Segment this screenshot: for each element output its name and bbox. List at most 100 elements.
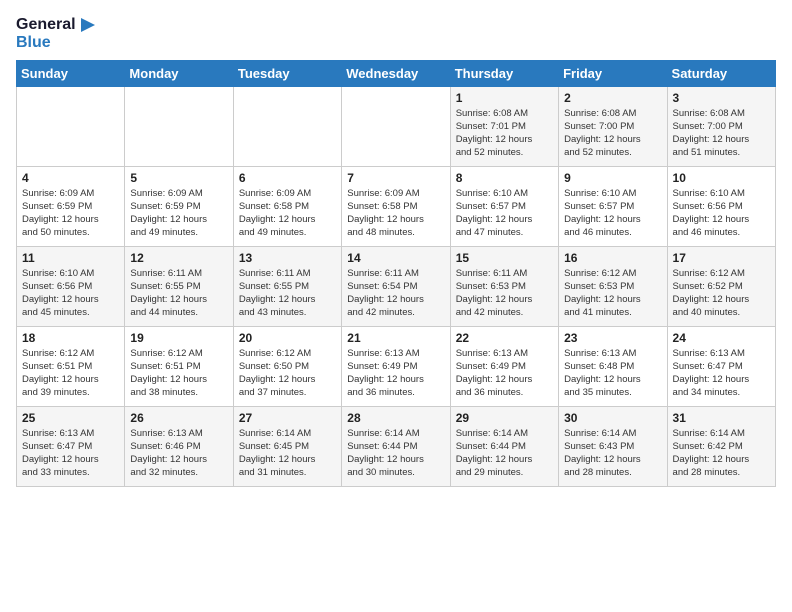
day-number: 20: [239, 331, 336, 345]
calendar-cell: 17Sunrise: 6:12 AM Sunset: 6:52 PM Dayli…: [667, 246, 775, 326]
day-number: 25: [22, 411, 119, 425]
day-number: 3: [673, 91, 770, 105]
day-number: 10: [673, 171, 770, 185]
weekday-header: Friday: [559, 60, 667, 86]
day-number: 28: [347, 411, 444, 425]
calendar-cell: [17, 86, 125, 166]
day-number: 14: [347, 251, 444, 265]
calendar-cell: 19 Sunrise: 6:12 AM Sunset: 6:51 PM Dayli…: [125, 326, 233, 406]
day-info: Sunrise: 6:14 AM Sunset: 6:45 PM Dayligh…: [239, 427, 336, 480]
calendar-cell: 24Sunrise: 6:13 AM Sunset: 6:47 PM Dayli…: [667, 326, 775, 406]
calendar-cell: 6 Sunrise: 6:09 AM Sunset: 6:58 PM Daylig…: [233, 166, 341, 246]
day-number: 27: [239, 411, 336, 425]
calendar-cell: 31 Sunrise: 6:14 AM Sunset: 6:42 PM Dayli…: [667, 406, 775, 486]
weekday-header: Thursday: [450, 60, 558, 86]
calendar-cell: 20 Sunrise: 6:12 AM Sunset: 6:50 PM Dayli…: [233, 326, 341, 406]
day-info: Sunrise: 6:11 AM Sunset: 6:55 PM Dayligh…: [239, 267, 336, 320]
day-info: Sunrise: 6:12 AM Sunset: 6:51 PM Dayligh…: [130, 347, 227, 400]
day-number: 6: [239, 171, 336, 185]
logo-container: General Blue: [16, 16, 97, 52]
weekday-header: Monday: [125, 60, 233, 86]
day-number: 23: [564, 331, 661, 345]
day-number: 12: [130, 251, 227, 265]
calendar-cell: [342, 86, 450, 166]
logo: General Blue: [16, 16, 97, 52]
calendar-cell: 18 Sunrise: 6:12 AM Sunset: 6:51 PM Dayli…: [17, 326, 125, 406]
calendar-week-row: 25 Sunrise: 6:13 AM Sunset: 6:47 PM Dayli…: [17, 406, 776, 486]
day-info: Sunrise: 6:08 AM Sunset: 7:01 PM Dayligh…: [456, 107, 553, 160]
weekday-header-row: SundayMondayTuesdayWednesdayThursdayFrid…: [17, 60, 776, 86]
weekday-header: Tuesday: [233, 60, 341, 86]
calendar-cell: 16Sunrise: 6:12 AM Sunset: 6:53 PM Dayli…: [559, 246, 667, 326]
weekday-header: Saturday: [667, 60, 775, 86]
calendar-week-row: 4 Sunrise: 6:09 AM Sunset: 6:59 PM Daylig…: [17, 166, 776, 246]
calendar-cell: 3 Sunrise: 6:08 AM Sunset: 7:00 PM Daylig…: [667, 86, 775, 166]
day-number: 21: [347, 331, 444, 345]
day-number: 2: [564, 91, 661, 105]
day-info: Sunrise: 6:13 AM Sunset: 6:48 PM Dayligh…: [564, 347, 661, 400]
day-info: Sunrise: 6:13 AM Sunset: 6:49 PM Dayligh…: [456, 347, 553, 400]
day-number: 30: [564, 411, 661, 425]
calendar-cell: 1 Sunrise: 6:08 AM Sunset: 7:01 PM Daylig…: [450, 86, 558, 166]
calendar-cell: 14Sunrise: 6:11 AM Sunset: 6:54 PM Dayli…: [342, 246, 450, 326]
day-number: 8: [456, 171, 553, 185]
day-info: Sunrise: 6:13 AM Sunset: 6:49 PM Dayligh…: [347, 347, 444, 400]
calendar-cell: 7Sunrise: 6:09 AM Sunset: 6:58 PM Daylig…: [342, 166, 450, 246]
day-number: 18: [22, 331, 119, 345]
calendar-cell: 25 Sunrise: 6:13 AM Sunset: 6:47 PM Dayli…: [17, 406, 125, 486]
day-info: Sunrise: 6:09 AM Sunset: 6:58 PM Dayligh…: [239, 187, 336, 240]
page-header: General Blue: [16, 16, 776, 52]
day-number: 4: [22, 171, 119, 185]
day-info: Sunrise: 6:08 AM Sunset: 7:00 PM Dayligh…: [564, 107, 661, 160]
day-number: 5: [130, 171, 227, 185]
logo-text-general: General: [16, 16, 76, 34]
day-number: 16: [564, 251, 661, 265]
day-info: Sunrise: 6:10 AM Sunset: 6:56 PM Dayligh…: [22, 267, 119, 320]
day-info: Sunrise: 6:14 AM Sunset: 6:44 PM Dayligh…: [347, 427, 444, 480]
day-info: Sunrise: 6:10 AM Sunset: 6:57 PM Dayligh…: [564, 187, 661, 240]
calendar-cell: [233, 86, 341, 166]
calendar-cell: 15 Sunrise: 6:11 AM Sunset: 6:53 PM Dayli…: [450, 246, 558, 326]
calendar-cell: 27 Sunrise: 6:14 AM Sunset: 6:45 PM Dayli…: [233, 406, 341, 486]
calendar-cell: 30 Sunrise: 6:14 AM Sunset: 6:43 PM Dayli…: [559, 406, 667, 486]
day-info: Sunrise: 6:14 AM Sunset: 6:42 PM Dayligh…: [673, 427, 770, 480]
calendar-cell: 11 Sunrise: 6:10 AM Sunset: 6:56 PM Dayli…: [17, 246, 125, 326]
calendar-cell: 13 Sunrise: 6:11 AM Sunset: 6:55 PM Dayli…: [233, 246, 341, 326]
day-number: 11: [22, 251, 119, 265]
calendar-cell: [125, 86, 233, 166]
day-info: Sunrise: 6:13 AM Sunset: 6:47 PM Dayligh…: [22, 427, 119, 480]
day-info: Sunrise: 6:12 AM Sunset: 6:50 PM Dayligh…: [239, 347, 336, 400]
calendar-cell: 8Sunrise: 6:10 AM Sunset: 6:57 PM Daylig…: [450, 166, 558, 246]
day-info: Sunrise: 6:11 AM Sunset: 6:55 PM Dayligh…: [130, 267, 227, 320]
day-number: 7: [347, 171, 444, 185]
day-number: 31: [673, 411, 770, 425]
day-info: Sunrise: 6:13 AM Sunset: 6:47 PM Dayligh…: [673, 347, 770, 400]
day-number: 17: [673, 251, 770, 265]
logo-text-blue: Blue: [16, 34, 97, 52]
calendar-cell: 4 Sunrise: 6:09 AM Sunset: 6:59 PM Daylig…: [17, 166, 125, 246]
calendar-week-row: 11 Sunrise: 6:10 AM Sunset: 6:56 PM Dayli…: [17, 246, 776, 326]
day-number: 9: [564, 171, 661, 185]
day-info: Sunrise: 6:13 AM Sunset: 6:46 PM Dayligh…: [130, 427, 227, 480]
day-info: Sunrise: 6:11 AM Sunset: 6:53 PM Dayligh…: [456, 267, 553, 320]
calendar-cell: 10Sunrise: 6:10 AM Sunset: 6:56 PM Dayli…: [667, 166, 775, 246]
calendar-cell: 2 Sunrise: 6:08 AM Sunset: 7:00 PM Daylig…: [559, 86, 667, 166]
day-info: Sunrise: 6:12 AM Sunset: 6:51 PM Dayligh…: [22, 347, 119, 400]
day-info: Sunrise: 6:08 AM Sunset: 7:00 PM Dayligh…: [673, 107, 770, 160]
day-info: Sunrise: 6:09 AM Sunset: 6:59 PM Dayligh…: [22, 187, 119, 240]
calendar-week-row: 1 Sunrise: 6:08 AM Sunset: 7:01 PM Daylig…: [17, 86, 776, 166]
day-number: 1: [456, 91, 553, 105]
calendar-table: SundayMondayTuesdayWednesdayThursdayFrid…: [16, 60, 776, 487]
calendar-cell: 28 Sunrise: 6:14 AM Sunset: 6:44 PM Dayli…: [342, 406, 450, 486]
day-number: 19: [130, 331, 227, 345]
calendar-cell: 26Sunrise: 6:13 AM Sunset: 6:46 PM Dayli…: [125, 406, 233, 486]
day-number: 13: [239, 251, 336, 265]
day-info: Sunrise: 6:14 AM Sunset: 6:44 PM Dayligh…: [456, 427, 553, 480]
calendar-cell: 22Sunrise: 6:13 AM Sunset: 6:49 PM Dayli…: [450, 326, 558, 406]
day-info: Sunrise: 6:14 AM Sunset: 6:43 PM Dayligh…: [564, 427, 661, 480]
calendar-cell: 9 Sunrise: 6:10 AM Sunset: 6:57 PM Daylig…: [559, 166, 667, 246]
calendar-cell: 21 Sunrise: 6:13 AM Sunset: 6:49 PM Dayli…: [342, 326, 450, 406]
calendar-cell: 12 Sunrise: 6:11 AM Sunset: 6:55 PM Dayli…: [125, 246, 233, 326]
day-number: 15: [456, 251, 553, 265]
logo-triangle-icon: [79, 16, 97, 34]
